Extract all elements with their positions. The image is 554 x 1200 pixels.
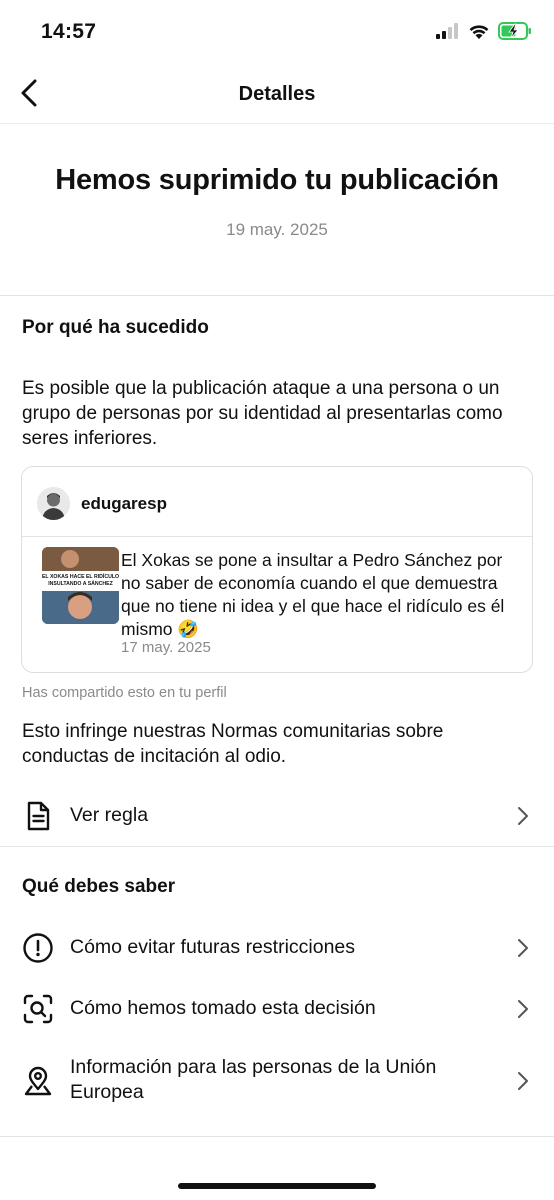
- chevron-right-icon: [518, 1000, 528, 1018]
- nav-title: Detalles: [238, 83, 316, 105]
- chevron-right-icon: [518, 939, 528, 957]
- view-rule-label: Ver regla: [70, 804, 149, 826]
- removal-date: 19 may. 2025: [226, 220, 328, 239]
- status-icons: [436, 22, 532, 40]
- know-heading: Qué debes saber: [22, 876, 176, 897]
- chevron-right-icon: [518, 1072, 528, 1090]
- know-item-label: Cómo evitar futuras restricciones: [70, 936, 356, 958]
- battery-charging-icon: [498, 22, 531, 40]
- post-thumbnail: EL XOKAS HACE EL RIDÍCULO INSULTANDO A S…: [42, 547, 119, 624]
- post-username: edugaresp: [81, 494, 167, 513]
- post-date: 17 may. 2025: [121, 639, 211, 656]
- svg-text:INSULTANDO A SÁNCHEZ: INSULTANDO A SÁNCHEZ: [48, 580, 113, 587]
- know-item-decision[interactable]: Cómo hemos tomado esta decisión: [0, 981, 554, 1037]
- scan-search-icon: [23, 994, 53, 1024]
- home-indicator[interactable]: [178, 1183, 376, 1189]
- post-card[interactable]: edugaresp EL XOKAS HACE EL RIDÍCULO INSU…: [21, 466, 533, 673]
- nav-bar: Detalles: [0, 64, 554, 124]
- avatar: [37, 487, 70, 520]
- cellular-signal-icon: [436, 23, 458, 39]
- violation-text: Esto infringe nuestras Normas comunitari…: [22, 721, 444, 767]
- know-item-label: Cómo hemos tomado esta decisión: [70, 997, 376, 1019]
- chevron-right-icon: [518, 807, 528, 825]
- svg-text:EL XOKAS HACE EL RIDÍCULO: EL XOKAS HACE EL RIDÍCULO: [42, 572, 119, 580]
- page-title: Hemos suprimido tu publicación: [55, 164, 499, 196]
- post-text: El Xokas se pone a insultar a Pedro Sánc…: [121, 550, 505, 639]
- document-icon: [27, 801, 50, 831]
- hero-section: Hemos suprimido tu publicación 19 may. 2…: [0, 124, 554, 296]
- know-item-eu-info[interactable]: Información para las personas de la Unió…: [0, 1047, 554, 1119]
- shared-note: Has compartido esto en tu perfil: [22, 685, 227, 701]
- why-body: Es posible que la publicación ataque a u…: [22, 378, 503, 449]
- status-bar: 14:57: [0, 0, 554, 64]
- wifi-icon: [469, 24, 489, 39]
- status-time: 14:57: [41, 20, 97, 43]
- know-item-label: Información para las personas de la Unió…: [70, 1056, 437, 1103]
- post-header: edugaresp: [22, 467, 532, 537]
- why-heading: Por qué ha sucedido: [22, 317, 209, 338]
- divider: [0, 1136, 554, 1137]
- view-rule-row[interactable]: Ver regla: [0, 788, 554, 844]
- know-item-restrictions[interactable]: Cómo evitar futuras restricciones: [0, 920, 554, 976]
- exclamation-circle-icon: [23, 933, 53, 963]
- map-pin-icon: [24, 1066, 52, 1096]
- divider: [0, 846, 554, 847]
